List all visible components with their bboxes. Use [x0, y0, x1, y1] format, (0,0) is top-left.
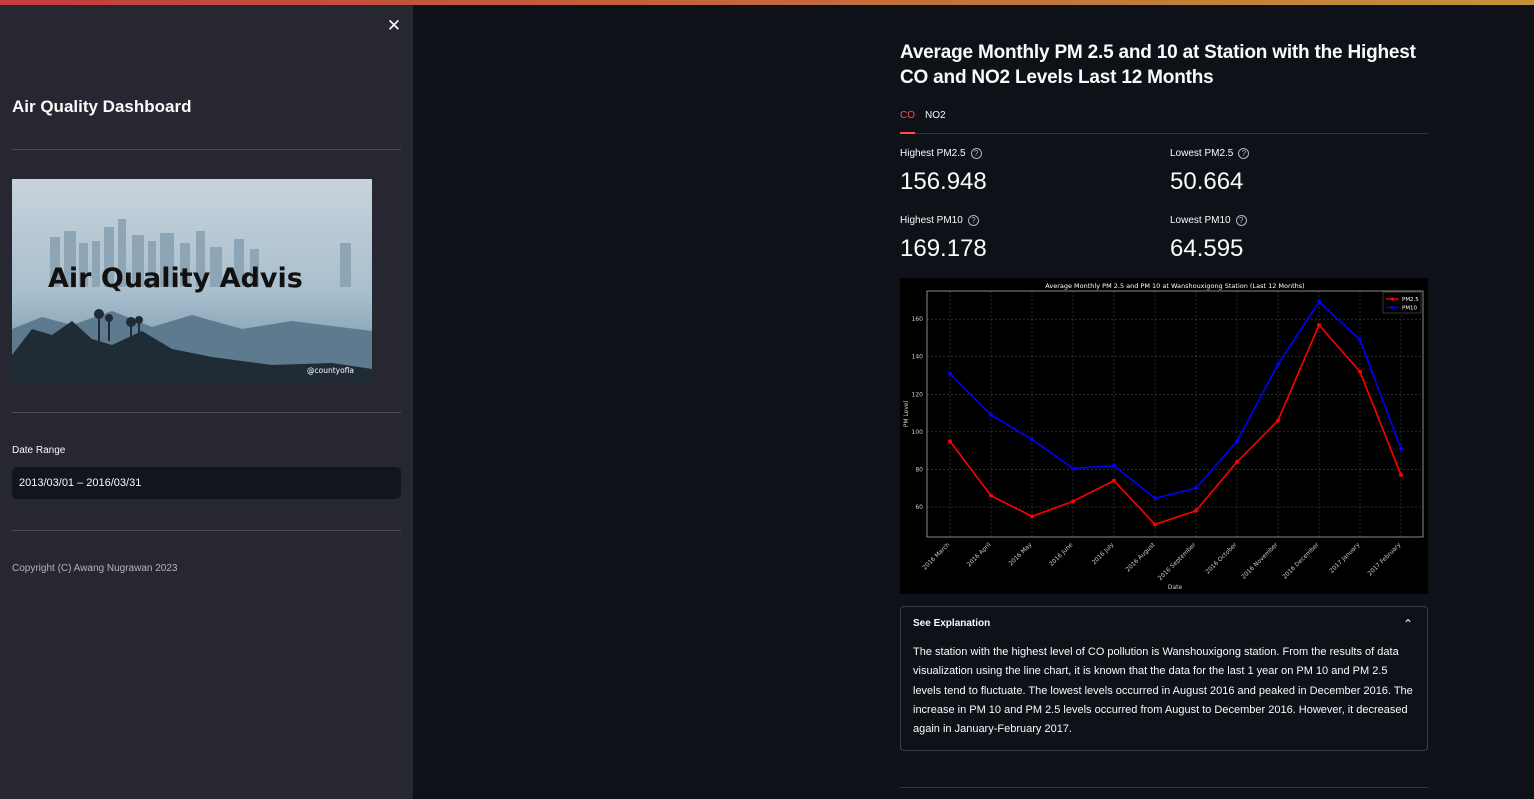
data-point-pm10	[989, 412, 993, 417]
data-point-pm25	[1399, 473, 1403, 478]
series-line-pm25	[949, 323, 1402, 526]
main-divider	[900, 787, 1428, 788]
data-point-pm25	[1194, 508, 1198, 513]
expander-title: See Explanation	[913, 618, 991, 629]
data-point-pm25	[1235, 459, 1239, 464]
data-point-pm10	[948, 371, 952, 376]
data-point-pm10	[1194, 486, 1198, 491]
x-tick-label: 2016 November	[1240, 541, 1280, 581]
y-tick-label: 140	[912, 354, 924, 361]
y-tick-label: 60	[915, 504, 923, 511]
help-icon[interactable]: ?	[967, 215, 979, 226]
y-axis-label: PM Level	[903, 400, 910, 427]
metric-lowest-pm25-value: 50.664	[1170, 168, 1244, 195]
data-point-pm25	[948, 439, 952, 444]
metric-highest-pm25-label: Highest PM2.5 ?	[900, 148, 982, 159]
x-tick-label: 2016 July	[1091, 541, 1116, 566]
metric-lowest-pm10-label: Lowest PM10 ?	[1170, 215, 1247, 226]
data-point-pm10	[1276, 362, 1280, 367]
legend-marker	[1390, 297, 1395, 301]
sidebar-title: Air Quality Dashboard	[12, 97, 192, 116]
line-chart: Average Monthly PM 2.5 and PM 10 at Wans…	[900, 278, 1428, 594]
data-point-pm10	[1317, 299, 1321, 304]
x-tick-label: 2017 February	[1367, 541, 1403, 577]
metric-label-text: Highest PM2.5	[900, 148, 966, 159]
x-tick-label: 2016 May	[1008, 541, 1034, 567]
x-tick-label: 2016 December	[1281, 541, 1320, 580]
tab-no2[interactable]: NO2	[925, 110, 946, 132]
help-icon[interactable]: ?	[1238, 148, 1250, 159]
explanation-expander[interactable]: See Explanation ⌃ The station with the h…	[900, 606, 1428, 751]
tab-co[interactable]: CO	[900, 110, 915, 134]
data-point-pm25	[1112, 478, 1116, 483]
sidebar-divider	[12, 149, 401, 150]
data-point-pm10	[1112, 463, 1116, 468]
data-point-pm10	[1399, 446, 1403, 451]
chart-title: Average Monthly PM 2.5 and PM 10 at Wans…	[1045, 282, 1304, 290]
sidebar: ✕ Air Quality Dashboard Air Quality Advi…	[0, 5, 413, 799]
data-point-pm25	[1317, 322, 1321, 327]
data-point-pm25	[1153, 522, 1157, 527]
x-tick-label: 2016 March	[921, 541, 951, 571]
data-point-pm25	[1276, 418, 1280, 423]
y-tick-label: 80	[915, 466, 923, 473]
data-point-pm25	[1030, 514, 1034, 519]
metric-highest-pm10-label: Highest PM10 ?	[900, 215, 979, 226]
tab-bar: CO NO2	[900, 108, 1428, 134]
date-range-label: Date Range	[12, 445, 66, 456]
y-tick-label: 160	[912, 316, 924, 323]
image-caption: Air Quality Advis	[48, 263, 303, 294]
sidebar-divider	[12, 530, 401, 531]
data-point-pm10	[1030, 437, 1034, 442]
legend-label: PM10	[1402, 306, 1418, 312]
close-icon[interactable]: ✕	[385, 17, 403, 35]
x-tick-label: 2016 August	[1124, 541, 1156, 573]
metric-label-text: Lowest PM10	[1170, 215, 1231, 226]
expander-text: The station with the highest level of CO…	[913, 646, 1413, 736]
x-axis-label: Date	[1168, 584, 1183, 591]
metric-highest-pm25-value: 156.948	[900, 168, 987, 195]
metric-lowest-pm10-value: 64.595	[1170, 235, 1244, 262]
chevron-up-icon[interactable]: ⌃	[1403, 617, 1413, 631]
x-tick-label: 2016 October	[1204, 541, 1238, 575]
sidebar-divider	[12, 412, 401, 413]
data-point-pm10	[1235, 439, 1239, 444]
x-tick-label: 2016 September	[1157, 541, 1198, 582]
image-watermark: @countyofla	[307, 366, 354, 375]
x-tick-label: 2017 January	[1328, 541, 1361, 574]
y-tick-label: 100	[912, 429, 924, 436]
series-line-pm10	[949, 300, 1402, 500]
metric-label-text: Highest PM10	[900, 215, 963, 226]
metric-label-text: Lowest PM2.5	[1170, 148, 1234, 159]
air-quality-image: Air Quality Advis @countyofla	[12, 179, 372, 382]
data-point-pm10	[1071, 466, 1075, 471]
data-point-pm10	[1358, 337, 1362, 342]
help-icon[interactable]: ?	[1235, 215, 1247, 226]
data-point-pm25	[989, 493, 993, 498]
y-tick-label: 120	[912, 391, 924, 398]
data-point-pm25	[1071, 499, 1075, 504]
data-point-pm10	[1153, 496, 1157, 501]
x-tick-label: 2016 June	[1048, 541, 1075, 568]
page-title: Average Monthly PM 2.5 and 10 at Station…	[900, 42, 1416, 88]
date-range-input[interactable]: 2013/03/01 – 2016/03/31	[12, 467, 401, 499]
metric-highest-pm10-value: 169.178	[900, 235, 987, 262]
help-icon[interactable]: ?	[970, 148, 982, 159]
metric-lowest-pm25-label: Lowest PM2.5 ?	[1170, 148, 1250, 159]
x-tick-label: 2016 April	[966, 541, 993, 568]
legend-label: PM2.5	[1402, 297, 1419, 303]
copyright-text: Copyright (C) Awang Nugrawan 2023	[12, 563, 178, 574]
data-point-pm25	[1358, 369, 1362, 374]
legend-marker	[1390, 305, 1395, 310]
